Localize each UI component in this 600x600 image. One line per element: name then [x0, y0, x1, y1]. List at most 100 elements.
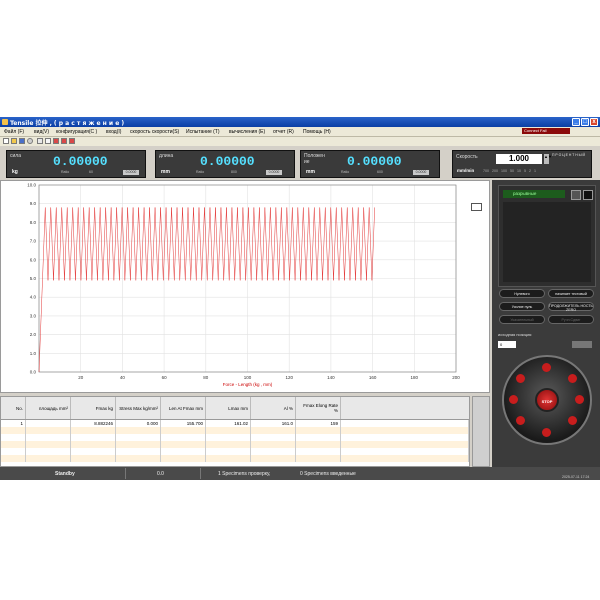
y-tick-label: 8.0 [30, 220, 37, 225]
cell: 161.02 [205, 419, 251, 427]
stop-button[interactable]: STOP [535, 388, 559, 412]
app-icon [2, 119, 8, 125]
title-bar: Tensile 拉伸 , ( р а с т я ж е н и е ) _ □… [0, 117, 600, 127]
save-icon[interactable] [19, 138, 25, 144]
speed-scale[interactable]: 700 200 100 50 10 5 2 1 [483, 169, 536, 173]
speed-label: Скорость [456, 154, 478, 160]
menu-help[interactable]: Помощь (H) [303, 129, 331, 135]
start-position-label: исходная позиция [498, 332, 532, 337]
table-row[interactable] [1, 455, 469, 462]
menu-config[interactable]: конфигурация(C ) [56, 129, 97, 135]
zero-button[interactable]: Нулевого [499, 289, 545, 298]
tab-rupture[interactable]: разрывные [503, 190, 565, 198]
y-tick-label: 3.0 [30, 313, 37, 318]
table-row[interactable] [1, 441, 469, 448]
speed-spinner-icon[interactable]: ▲▼ [544, 154, 552, 164]
table-row[interactable] [1, 434, 469, 441]
legend-toggle-icon[interactable] [471, 203, 482, 211]
force-unit: kg [12, 169, 18, 175]
mode-option-icon[interactable] [583, 190, 593, 200]
open-icon[interactable] [11, 138, 17, 144]
left-icon[interactable] [509, 395, 518, 404]
col-header[interactable]: Len At Fmax mm [160, 397, 206, 420]
status-value: 0.0 [157, 471, 164, 477]
export-icon[interactable] [69, 138, 75, 144]
zoom-icon[interactable] [61, 138, 67, 144]
y-tick-label: 5.0 [30, 276, 37, 281]
window-title: Tensile 拉伸 , ( р а с т я ж е н и е ) [10, 120, 125, 127]
col-header[interactable]: Lmax mm [205, 397, 251, 420]
pointer-button[interactable]: Указательный [499, 315, 545, 324]
position-value: 0.00000 [347, 154, 402, 169]
status-bar: Standby 0.0 1 Specimens проверку, 0 Spec… [0, 467, 600, 480]
x-tick-label: 180 [411, 375, 419, 380]
report-icon[interactable] [37, 138, 43, 144]
up-arrow-icon[interactable] [542, 363, 551, 372]
fast-up-icon[interactable] [516, 374, 525, 383]
down-arrow-icon[interactable] [542, 428, 551, 437]
speed-input[interactable]: 1.000 [496, 154, 542, 164]
x-tick-label: 100 [244, 375, 252, 380]
x-tick-label: 40 [120, 375, 126, 380]
pause-icon[interactable] [575, 395, 584, 404]
speed-unit: mm/min [457, 168, 475, 173]
length-ratio: 800 [231, 170, 237, 174]
menu-speed[interactable]: скорость скорости(S) [130, 129, 179, 135]
position-label: Положен ие [304, 153, 325, 165]
force-value: 0.00000 [53, 154, 108, 169]
speed-panel: Скорость 1.000 ▲▼ П Р О Ц Е Н Т Н Ы Й mm… [452, 150, 592, 178]
table-side-toolbar[interactable] [472, 396, 490, 467]
table-header: No. площадь mm² Fmax kg Stress Max kg/mm… [1, 397, 469, 420]
menu-file[interactable]: Файл (F) [4, 129, 24, 135]
force-zero-btn[interactable]: Усилие нуль [499, 302, 545, 311]
col-header[interactable]: площадь mm² [25, 397, 71, 420]
menu-test[interactable]: Испытание (T) [186, 129, 220, 135]
length-label: длина [159, 153, 174, 159]
table-row[interactable] [1, 427, 469, 434]
speed-scale-tick: 5 [524, 169, 526, 173]
force-zero-button[interactable]: 0.0000 [123, 170, 139, 175]
new-icon[interactable] [3, 138, 9, 144]
table-row[interactable] [1, 448, 469, 455]
menu-report[interactable]: отчет (R) [273, 129, 294, 135]
col-header[interactable]: Fmax kg [70, 397, 116, 420]
menu-input[interactable]: вход(I) [106, 129, 121, 135]
x-tick-label: 20 [78, 375, 84, 380]
position-zero-button[interactable]: 0.0000 [413, 170, 429, 175]
cell: 8.882246 [70, 419, 116, 427]
manual-move-button[interactable]: Ручн.Сдвиг [548, 315, 594, 324]
mode-panel: разрывные [498, 185, 596, 287]
position-selector[interactable] [572, 341, 592, 348]
print-icon[interactable] [45, 138, 51, 144]
close-icon[interactable]: x [590, 118, 598, 126]
col-header[interactable]: Stress Max kg/mm² [115, 397, 161, 420]
return-icon[interactable] [568, 374, 577, 383]
x-tick-label: 160 [369, 375, 377, 380]
chart-area[interactable]: 0.0 1.0 2.0 3.0 4.0 5.0 6.0 7.0 8.0 9.0 10.0 20 40 60… [0, 180, 490, 393]
duration-zero-button[interactable]: ПРОДОЛЖИТЕЛЬ НОСТЬ ZERO [548, 302, 594, 312]
y-tick-label: 9.0 [30, 201, 37, 206]
mode-option-icon[interactable] [571, 190, 581, 200]
settings-icon[interactable] [27, 138, 33, 144]
y-tick-label: 1.0 [30, 351, 37, 356]
table-row[interactable]: 1 8.882246 0.000 155.700 161.02 161.0 15… [1, 419, 469, 427]
col-header[interactable]: Al % [250, 397, 296, 420]
start-position-input[interactable]: 0 [498, 341, 516, 348]
chart-icon[interactable] [53, 138, 59, 144]
length-zero-button[interactable]: 0.0000 [266, 170, 282, 175]
application-window: Tensile 拉伸 , ( р а с т я ж е н и е ) _ □… [0, 117, 600, 480]
fast-down-icon[interactable] [516, 416, 525, 425]
col-header[interactable]: No. [1, 397, 26, 420]
menu-view[interactable]: вид(V) [34, 129, 49, 135]
length-unit: mm [161, 169, 170, 175]
step-icon[interactable] [568, 416, 577, 425]
minimize-icon[interactable]: _ [572, 118, 580, 126]
start-test-button[interactable]: начинает тестовый [548, 289, 594, 298]
maximize-icon[interactable]: □ [581, 118, 589, 126]
status-info-checked: 1 Specimens проверку, [218, 471, 271, 477]
cell: 1 [1, 419, 26, 427]
force-ratio: 60 [89, 170, 93, 174]
series-line [38, 207, 375, 373]
col-header[interactable]: Fmax Elong Rate % [295, 397, 341, 420]
menu-calc[interactable]: вычисления (E) [229, 129, 265, 135]
